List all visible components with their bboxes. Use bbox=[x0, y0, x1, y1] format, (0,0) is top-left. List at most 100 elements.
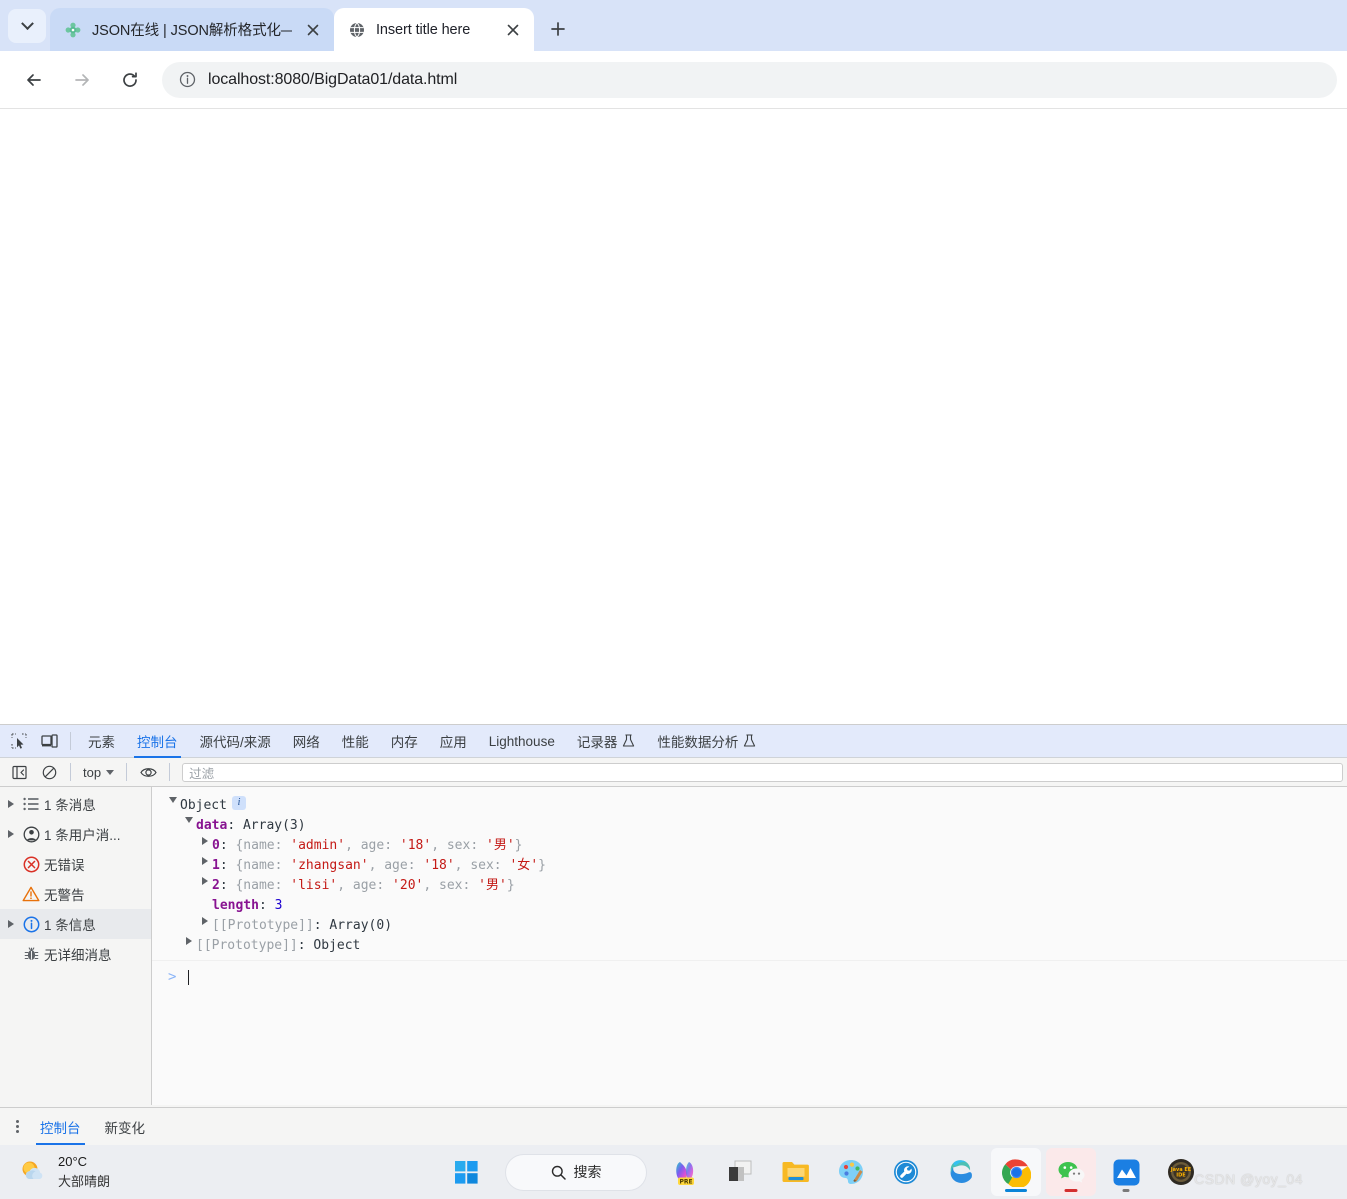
javaee-ide-icon[interactable]: Java EE IDE bbox=[1156, 1148, 1206, 1196]
paint-icon[interactable] bbox=[826, 1148, 876, 1196]
chrome-icon[interactable] bbox=[991, 1148, 1041, 1196]
console-message[interactable]: Object i data: Array(3) 0: {name: 'admin… bbox=[152, 787, 1347, 961]
devtools-tab-recorder[interactable]: 记录器 bbox=[566, 725, 647, 758]
expand-triangle-icon[interactable] bbox=[4, 830, 18, 838]
sidebar-item-verbose[interactable]: 无详细消息 bbox=[0, 939, 151, 969]
list-icon bbox=[18, 797, 44, 811]
devtools-tab-sources[interactable]: 源代码/来源 bbox=[189, 725, 282, 758]
array-item-row[interactable]: 1: {name: 'zhangsan', age: '18', sex: '女… bbox=[166, 856, 1347, 876]
taskbar-search[interactable]: 搜索 bbox=[506, 1154, 646, 1190]
verbose-bug-icon bbox=[18, 946, 44, 962]
devtools-tab-network[interactable]: 网络 bbox=[282, 725, 331, 758]
inspect-element-icon[interactable] bbox=[5, 727, 33, 755]
array-item-row[interactable]: 0: {name: 'admin', age: '18', sex: '男'} bbox=[166, 836, 1347, 856]
object-inspector: Object i data: Array(3) 0: {name: 'admin… bbox=[152, 790, 1347, 956]
expand-triangle-icon[interactable] bbox=[198, 916, 212, 925]
clear-console-icon[interactable] bbox=[35, 758, 63, 786]
array-item-row[interactable]: 2: {name: 'lisi', age: '20', sex: '男'} bbox=[166, 876, 1347, 896]
live-expression-icon[interactable] bbox=[134, 758, 162, 786]
console-toolbar: top 过滤 bbox=[0, 758, 1347, 787]
search-icon bbox=[551, 1165, 566, 1180]
devtools-tab-label: 应用 bbox=[439, 735, 467, 750]
site-info-icon[interactable] bbox=[178, 71, 196, 89]
item-sex-value: '男' bbox=[478, 878, 507, 893]
show-console-sidebar-icon[interactable] bbox=[5, 758, 33, 786]
object-root-row[interactable]: Object i bbox=[166, 796, 1347, 816]
running-indicator bbox=[1005, 1189, 1027, 1192]
console-filter-input[interactable]: 过滤 bbox=[182, 762, 1343, 782]
weather-widget[interactable]: 20°C 大部晴朗 bbox=[0, 1152, 300, 1192]
property-value: Array(3) bbox=[242, 818, 306, 833]
text-caret bbox=[188, 969, 190, 985]
expand-triangle-icon[interactable] bbox=[4, 800, 18, 808]
divider bbox=[126, 763, 128, 781]
sidebar-item-label: 无警告 bbox=[44, 888, 85, 903]
sidebar-item-label: 1 条消息 bbox=[44, 798, 96, 813]
copilot-pre-icon[interactable]: PRE bbox=[661, 1148, 711, 1196]
console-body: 1 条消息 1 条用户消... 无错误 无警告 1 条信息 无详细消息 Obje… bbox=[0, 787, 1347, 1105]
forward-button[interactable] bbox=[62, 60, 102, 100]
sidebar-item-messages[interactable]: 1 条消息 bbox=[0, 789, 151, 819]
mindmaster-icon[interactable] bbox=[1101, 1148, 1151, 1196]
address-bar-url: localhost:8080/BigData01/data.html bbox=[208, 70, 458, 88]
length-value: 3 bbox=[274, 898, 283, 913]
devtools-tab-lighthouse[interactable]: Lighthouse bbox=[478, 725, 566, 758]
array-prototype-row[interactable]: [[Prototype]]: Array(0) bbox=[166, 916, 1347, 936]
expand-triangle-icon[interactable] bbox=[198, 856, 212, 865]
devtools-tab-application[interactable]: 应用 bbox=[429, 725, 478, 758]
tab-strip: JSON在线 | JSON解析格式化— Insert title here bbox=[0, 0, 1347, 51]
taskbar-center: 搜索 PRE Java EE IDE bbox=[300, 1148, 1347, 1196]
start-button[interactable] bbox=[441, 1148, 491, 1196]
browser-tab-title: JSON在线 | JSON解析格式化— bbox=[92, 23, 292, 39]
object-prototype-row[interactable]: [[Prototype]]: Object bbox=[166, 936, 1347, 956]
device-toolbar-icon[interactable] bbox=[35, 727, 63, 755]
file-explorer-icon[interactable] bbox=[771, 1148, 821, 1196]
devtools-tab-label: 元素 bbox=[88, 735, 115, 750]
browser-tab-json-online[interactable]: JSON在线 | JSON解析格式化— bbox=[50, 8, 334, 51]
divider bbox=[169, 763, 171, 781]
browser-tab-insert-title-here[interactable]: Insert title here bbox=[334, 8, 534, 51]
tools-icon[interactable] bbox=[881, 1148, 931, 1196]
devtools-tab-performance[interactable]: 性能 bbox=[331, 725, 380, 758]
devtools-tab-memory[interactable]: 内存 bbox=[380, 725, 429, 758]
close-icon[interactable] bbox=[502, 19, 524, 41]
edge-icon[interactable] bbox=[936, 1148, 986, 1196]
reload-button[interactable] bbox=[110, 60, 150, 100]
devtools-tab-console[interactable]: 控制台 bbox=[126, 725, 189, 758]
devtools-tab-performance-insights[interactable]: 性能数据分析 bbox=[646, 725, 767, 758]
tab-search-button[interactable] bbox=[8, 9, 46, 43]
prototype-key: [[Prototype]] bbox=[212, 918, 314, 933]
devtools-tab-label: 控制台 bbox=[137, 735, 178, 750]
drawer-tab-console[interactable]: 控制台 bbox=[28, 1108, 93, 1145]
address-bar[interactable]: localhost:8080/BigData01/data.html bbox=[162, 61, 1337, 98]
sidebar-item-errors[interactable]: 无错误 bbox=[0, 849, 151, 879]
sidebar-item-user-messages[interactable]: 1 条用户消... bbox=[0, 819, 151, 849]
expand-triangle-icon[interactable] bbox=[198, 836, 212, 845]
notification-indicator bbox=[1064, 1189, 1078, 1192]
item-sex-value: '女' bbox=[509, 858, 539, 873]
collapse-triangle-icon[interactable] bbox=[182, 816, 196, 823]
expand-triangle-icon[interactable] bbox=[4, 920, 18, 928]
execution-context-selector[interactable]: top bbox=[77, 765, 120, 780]
back-button[interactable] bbox=[14, 60, 54, 100]
sidebar-item-info[interactable]: 1 条信息 bbox=[0, 909, 151, 939]
close-icon[interactable] bbox=[302, 19, 324, 41]
devtools-tab-elements[interactable]: 元素 bbox=[77, 725, 126, 758]
expand-triangle-icon[interactable] bbox=[182, 936, 196, 945]
object-property-data[interactable]: data: Array(3) bbox=[166, 816, 1347, 836]
prototype-value: Object bbox=[313, 938, 361, 953]
drawer-tab-whats-new[interactable]: 新变化 bbox=[93, 1108, 158, 1145]
task-view-icon[interactable] bbox=[716, 1148, 766, 1196]
array-index: 1 bbox=[212, 858, 220, 873]
collapse-triangle-icon[interactable] bbox=[166, 796, 180, 803]
console-prompt[interactable]: > bbox=[152, 961, 1347, 987]
globe-icon bbox=[348, 21, 366, 39]
expand-triangle-icon[interactable] bbox=[198, 876, 212, 885]
more-options-icon[interactable] bbox=[6, 1120, 28, 1133]
new-tab-button[interactable] bbox=[542, 13, 574, 45]
wechat-icon[interactable] bbox=[1046, 1148, 1096, 1196]
length-key: length bbox=[212, 898, 259, 913]
sidebar-item-warnings[interactable]: 无警告 bbox=[0, 879, 151, 909]
windows-taskbar: 20°C 大部晴朗 搜索 PRE Java EE IDE CSDN @yoy_0… bbox=[0, 1145, 1347, 1199]
devtools-panel: 元素 控制台 源代码/来源 网络 性能 内存 应用 Lighthouse 记录器 bbox=[0, 724, 1347, 1145]
